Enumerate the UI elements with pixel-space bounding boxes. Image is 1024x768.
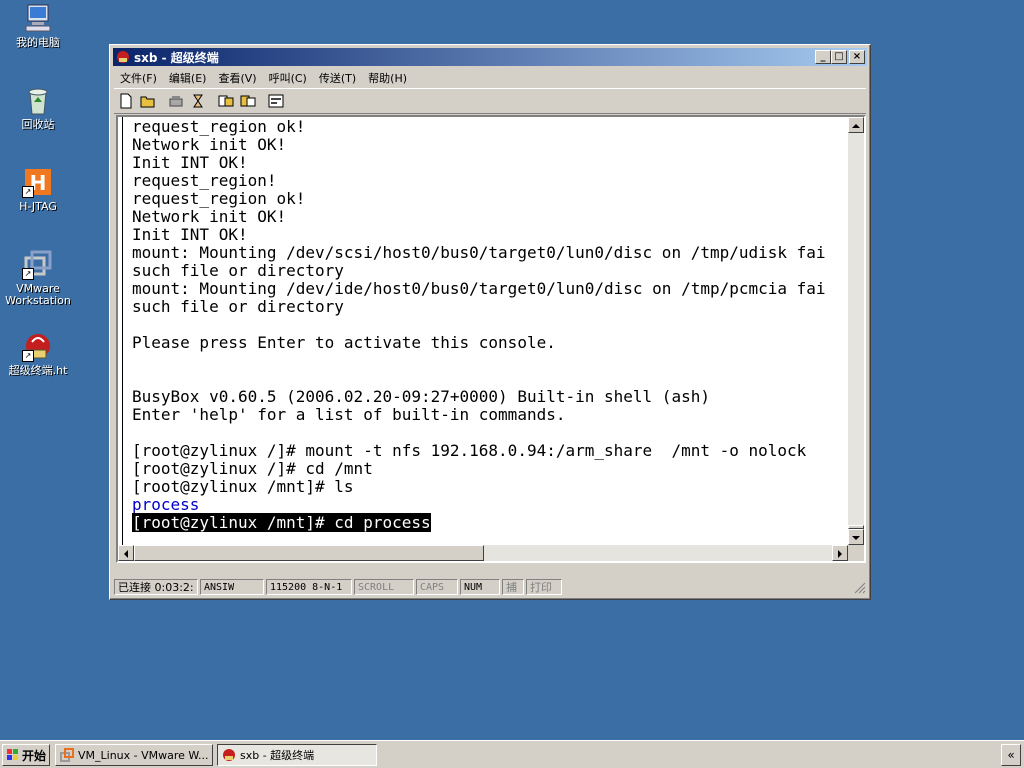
recycle-bin-icon xyxy=(22,84,54,116)
desktop-icon-recycle-bin[interactable]: 回收站 xyxy=(0,84,76,131)
terminal-line: Enter 'help' for a list of built-in comm… xyxy=(132,405,566,424)
task-label: VM_Linux - VMware W... xyxy=(78,748,209,762)
desktop-icon-label: 超级终端.ht xyxy=(8,364,68,377)
status-caps: CAPS xyxy=(416,579,458,595)
open-icon[interactable] xyxy=(138,91,158,111)
status-print: 打印 xyxy=(526,579,562,595)
menu-help[interactable]: 帮助(H) xyxy=(362,68,413,86)
terminal-area[interactable]: request_region ok! Network init OK! Init I… xyxy=(118,117,848,545)
terminal-line: request_region ok! xyxy=(132,117,306,136)
tray-expand-button[interactable]: « xyxy=(1001,744,1021,766)
scroll-up-button[interactable] xyxy=(848,117,864,133)
terminal-line: such file or directory xyxy=(132,297,344,316)
desktop-icon-label: 回收站 xyxy=(21,118,55,131)
disconnect-icon[interactable] xyxy=(166,91,186,111)
receive-icon[interactable] xyxy=(238,91,258,111)
menu-call[interactable]: 呼叫(C) xyxy=(263,68,313,86)
terminal-line: Network init OK! xyxy=(132,207,287,226)
terminal-line: [root@zylinux /mnt]# cd process xyxy=(132,513,826,532)
shortcut-arrow-icon: ↗ xyxy=(22,186,34,198)
scrollbar-corner xyxy=(848,545,864,561)
resize-grip-icon[interactable] xyxy=(852,580,866,597)
menu-file[interactable]: 文件(F) xyxy=(114,68,163,86)
terminal-line: request_region ok! xyxy=(132,189,306,208)
desktop-icon-vmware[interactable]: ↗ VMware Workstation xyxy=(0,248,76,307)
title-bar[interactable]: sxb - 超级终端 _ □ × xyxy=(113,48,867,66)
vmware-icon: ↗ xyxy=(22,248,54,280)
new-icon[interactable] xyxy=(116,91,136,111)
desktop-icon-hyperterminal[interactable]: ↗ 超级终端.ht xyxy=(0,330,76,377)
task-hyperterminal[interactable]: sxb - 超级终端 xyxy=(217,744,377,766)
selected-text: [root@zylinux /mnt]# cd process xyxy=(132,513,431,532)
terminal-line: request_region! xyxy=(132,171,277,190)
terminal-line: Init INT OK! xyxy=(132,225,248,244)
terminal-line: Please press Enter to activate this cons… xyxy=(132,333,556,352)
terminal-frame: request_region ok! Network init OK! Init I… xyxy=(116,115,866,563)
scroll-left-button[interactable] xyxy=(118,545,134,561)
hyperterminal-icon xyxy=(116,50,130,64)
menu-view[interactable]: 查看(V) xyxy=(212,68,262,86)
start-label: 开始 xyxy=(22,748,47,763)
send-icon[interactable] xyxy=(216,91,236,111)
status-num: NUM xyxy=(460,579,500,595)
terminal-gutter xyxy=(122,117,123,545)
status-settings: 115200 8-N-1 xyxy=(266,579,352,595)
desktop-icon-my-computer[interactable]: 我的电脑 xyxy=(0,2,76,49)
terminal-line: such file or directory xyxy=(132,261,344,280)
menu-edit[interactable]: 编辑(E) xyxy=(163,68,213,86)
terminal-line: mount: Mounting /dev/scsi/host0/bus0/tar… xyxy=(132,243,826,262)
maximize-button[interactable]: □ xyxy=(831,50,847,64)
terminal-line: mount: Mounting /dev/ide/host0/bus0/targ… xyxy=(132,279,826,298)
hyperterminal-icon: ↗ xyxy=(22,330,54,362)
scroll-right-button[interactable] xyxy=(832,545,848,561)
terminal-line: [root@zylinux /]# cd /mnt xyxy=(132,459,373,478)
terminal-line: Network init OK! xyxy=(132,135,287,154)
terminal-output: request_region ok! Network init OK! Init I… xyxy=(132,118,826,532)
terminal-line: Init INT OK! xyxy=(132,153,248,172)
status-bar: 已连接 0:03:2: ANSIW 115200 8-N-1 SCROLL CA… xyxy=(114,577,866,597)
vertical-scrollbar[interactable] xyxy=(848,117,864,545)
scroll-down-button[interactable] xyxy=(848,529,864,545)
status-connected: 已连接 0:03:2: xyxy=(114,579,198,595)
properties-phone-icon[interactable] xyxy=(188,91,208,111)
task-vmware[interactable]: VM_Linux - VMware W... xyxy=(55,744,213,766)
taskbar: 开始 VM_Linux - VMware W... sxb - 超级终端 « xyxy=(0,740,1024,768)
desktop-icon-hjtag[interactable]: H ↗ H-JTAG xyxy=(0,166,76,213)
menu-bar: 文件(F) 编辑(E) 查看(V) 呼叫(C) 传送(T) 帮助(H) xyxy=(114,68,413,86)
horizontal-scrollbar[interactable] xyxy=(118,545,848,561)
window-title: sxb - 超级终端 xyxy=(134,50,219,65)
task-label: sxb - 超级终端 xyxy=(240,749,315,762)
hyperterminal-icon xyxy=(222,748,236,762)
menu-transfer[interactable]: 传送(T) xyxy=(313,68,362,86)
terminal-line: process xyxy=(132,495,200,514)
status-capture: 捕 xyxy=(502,579,524,595)
properties-icon[interactable] xyxy=(266,91,286,111)
toolbar xyxy=(114,88,866,114)
terminal-line: [root@zylinux /]# mount -t nfs 192.168.0… xyxy=(132,441,807,460)
windows-logo-icon xyxy=(6,748,20,762)
horizontal-scroll-thumb[interactable] xyxy=(134,545,484,561)
desktop-icon-label: VMware Workstation xyxy=(5,282,71,307)
close-button[interactable]: × xyxy=(849,50,865,64)
vmware-icon xyxy=(60,748,74,762)
status-emulation: ANSIW xyxy=(200,579,264,595)
minimize-button[interactable]: _ xyxy=(815,50,831,64)
hyperterminal-window: sxb - 超级终端 _ □ × 文件(F) 编辑(E) 查看(V) 呼叫(C)… xyxy=(109,44,871,600)
terminal-line: BusyBox v0.60.5 (2006.02.20-09:27+0000) … xyxy=(132,387,710,406)
start-button[interactable]: 开始 xyxy=(2,744,50,766)
hjtag-icon: H ↗ xyxy=(22,166,54,198)
terminal-line: [root@zylinux /mnt]# ls xyxy=(132,477,354,496)
desktop-icon-label: 我的电脑 xyxy=(16,36,60,49)
shortcut-arrow-icon: ↗ xyxy=(22,350,34,362)
my-computer-icon xyxy=(22,2,54,34)
status-scroll: SCROLL xyxy=(354,579,414,595)
shortcut-arrow-icon: ↗ xyxy=(22,268,34,280)
desktop-icon-label: H-JTAG xyxy=(19,200,57,213)
